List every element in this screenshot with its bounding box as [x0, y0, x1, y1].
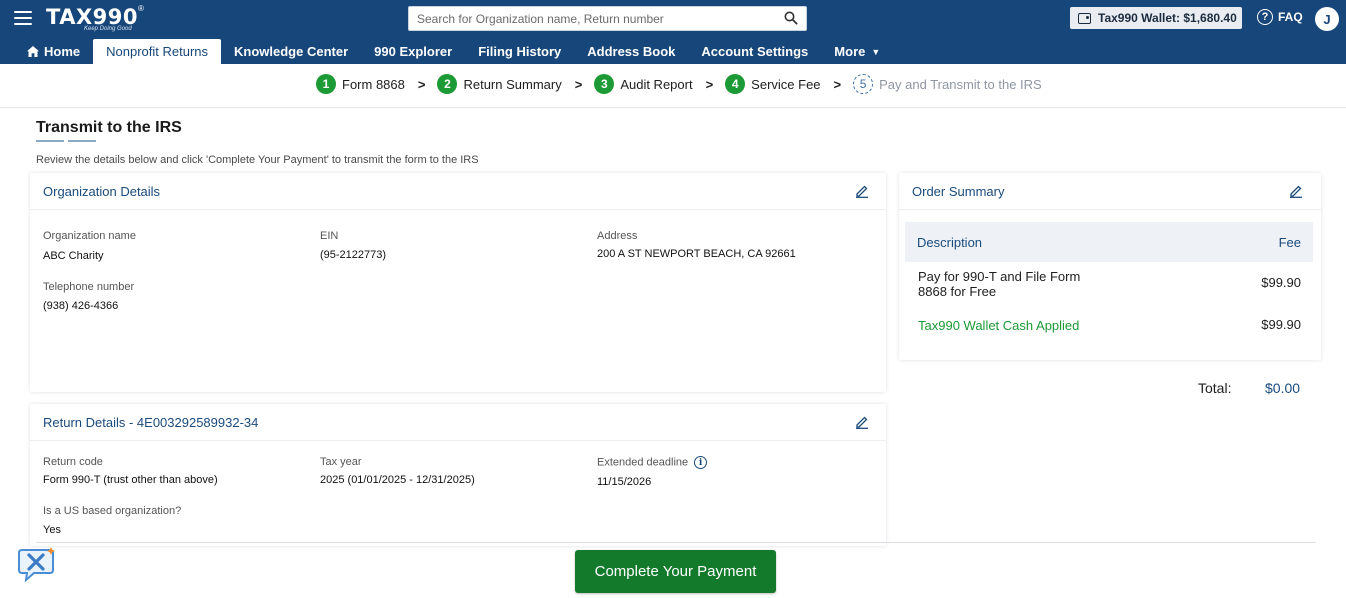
us-based-label: Is a US based organization? [43, 505, 182, 517]
card-header: Return Details - 4E003292589932-34 [30, 404, 886, 441]
logo-tagline: Keep Doing Good [84, 26, 132, 32]
step-label: Return Summary [463, 76, 562, 92]
question-icon: ? [1257, 9, 1273, 25]
order-row-description: Pay for 990-T and File Form 8868 for Fre… [918, 269, 1081, 299]
total-label: Total: [1198, 380, 1232, 396]
nav-home-label: Home [44, 44, 81, 59]
step-label: Pay and Transmit to the IRS [879, 76, 1042, 92]
logo[interactable]: TAX990® Keep Doing Good [46, 4, 144, 32]
nav-more-label: More [834, 44, 866, 59]
footer-divider [36, 542, 1316, 543]
chevron-right-icon: > [705, 76, 714, 92]
search-input[interactable] [409, 7, 769, 30]
step-number: 2 [437, 74, 458, 94]
extended-deadline-label: Extended deadline i [597, 456, 708, 469]
wallet-balance: Tax990 Wallet: $1,680.40 [1098, 11, 1237, 25]
return-code-label: Return code [43, 456, 103, 468]
telephone-value: (938) 426-4366 [43, 300, 119, 312]
step-service-fee[interactable]: 4 Service Fee [725, 74, 821, 94]
info-icon[interactable]: i [694, 456, 708, 469]
tax-year-value: 2025 (01/01/2025 - 12/31/2025) [320, 474, 475, 486]
ein-label: EIN [320, 230, 339, 242]
chevron-down-icon: ▼ [871, 46, 881, 57]
hamburger-menu-icon[interactable] [14, 11, 32, 25]
search-icon[interactable] [784, 11, 798, 25]
chevron-right-icon: > [417, 76, 426, 92]
order-summary-card: Order Summary Description Fee Pay for 99… [899, 173, 1321, 360]
step-number: 5 [853, 74, 874, 94]
wallet-icon [1078, 12, 1091, 24]
edit-icon[interactable] [855, 415, 869, 429]
top-header: TAX990® Keep Doing Good Tax990 Wallet: $… [0, 0, 1346, 64]
chevron-right-icon: > [833, 76, 842, 92]
card-header: Organization Details [30, 173, 886, 210]
progress-stepper: 1 Form 8868 > 2 Return Summary > 3 Audit… [0, 64, 1346, 108]
faq-link[interactable]: ? FAQ [1257, 9, 1303, 25]
logo-registered: ® [137, 4, 144, 13]
step-form-8868[interactable]: 1 Form 8868 [316, 74, 405, 94]
chevron-right-icon: > [574, 76, 583, 92]
organization-details-card: Organization Details Organization name A… [30, 173, 886, 392]
address-label: Address [597, 230, 638, 242]
order-row-fee: $99.90 [1261, 275, 1301, 290]
extended-deadline-value: 11/15/2026 [597, 476, 652, 488]
nav-address-book[interactable]: Address Book [574, 39, 688, 64]
faq-label: FAQ [1278, 10, 1303, 24]
step-label: Service Fee [751, 76, 821, 92]
title-underline [36, 140, 96, 142]
us-based-value: Yes [43, 524, 61, 536]
wallet-applied-fee: $99.90 [1261, 317, 1301, 332]
complete-payment-button[interactable]: Complete Your Payment [575, 550, 776, 593]
step-label: Audit Report [620, 76, 693, 92]
nav-account-settings[interactable]: Account Settings [688, 39, 821, 64]
card-title: Return Details - 4E003292589932-34 [43, 415, 259, 430]
wallet-button[interactable]: Tax990 Wallet: $1,680.40 [1070, 7, 1242, 29]
telephone-label: Telephone number [43, 281, 135, 293]
nav-990-explorer[interactable]: 990 Explorer [361, 39, 465, 64]
step-audit-report[interactable]: 3 Audit Report [594, 74, 693, 94]
nav-home[interactable]: Home [14, 39, 93, 64]
description-column-header: Description [917, 235, 983, 250]
tax-year-label: Tax year [320, 456, 362, 468]
extended-deadline-text: Extended deadline [597, 456, 689, 469]
card-header: Order Summary [899, 173, 1321, 210]
order-table-header: Description Fee [905, 222, 1313, 262]
card-title: Organization Details [43, 184, 161, 199]
step-number: 1 [316, 74, 336, 94]
card-title: Order Summary [912, 184, 1005, 199]
return-details-card: Return Details - 4E003292589932-34 Retur… [30, 404, 886, 546]
home-icon [27, 46, 39, 57]
wallet-applied-description: Tax990 Wallet Cash Applied [918, 318, 1080, 333]
org-name-label: Organization name [43, 230, 136, 242]
nav-nonprofit-returns[interactable]: Nonprofit Returns [93, 39, 222, 64]
step-number: 4 [725, 74, 746, 94]
step-number: 3 [594, 74, 615, 94]
fee-column-header: Fee [1278, 235, 1301, 250]
step-label: Form 8868 [342, 76, 405, 92]
step-pay-transmit: 5 Pay and Transmit to the IRS [853, 74, 1042, 94]
step-return-summary[interactable]: 2 Return Summary [437, 74, 562, 94]
main-nav: Home Nonprofit Returns Knowledge Center … [14, 39, 893, 64]
page-subtitle: Review the details below and click 'Comp… [36, 154, 479, 166]
edit-icon[interactable] [855, 184, 869, 198]
nav-more[interactable]: More ▼ [821, 39, 893, 64]
total-value: $0.00 [1265, 380, 1301, 396]
ein-value: (95-2122773) [320, 249, 387, 261]
return-code-value: Form 990-T (trust other than above) [43, 474, 218, 486]
nav-knowledge-center[interactable]: Knowledge Center [221, 39, 361, 64]
page-title: Transmit to the IRS [36, 119, 182, 136]
avatar[interactable]: J [1315, 7, 1339, 31]
address-value: 200 A ST NEWPORT BEACH, CA 92661 [597, 248, 796, 260]
nav-filing-history[interactable]: Filing History [465, 39, 574, 64]
org-name-value: ABC Charity [43, 250, 104, 262]
chatbot-icon[interactable] [18, 546, 56, 582]
edit-icon[interactable] [1289, 184, 1303, 198]
search-box [408, 6, 807, 31]
